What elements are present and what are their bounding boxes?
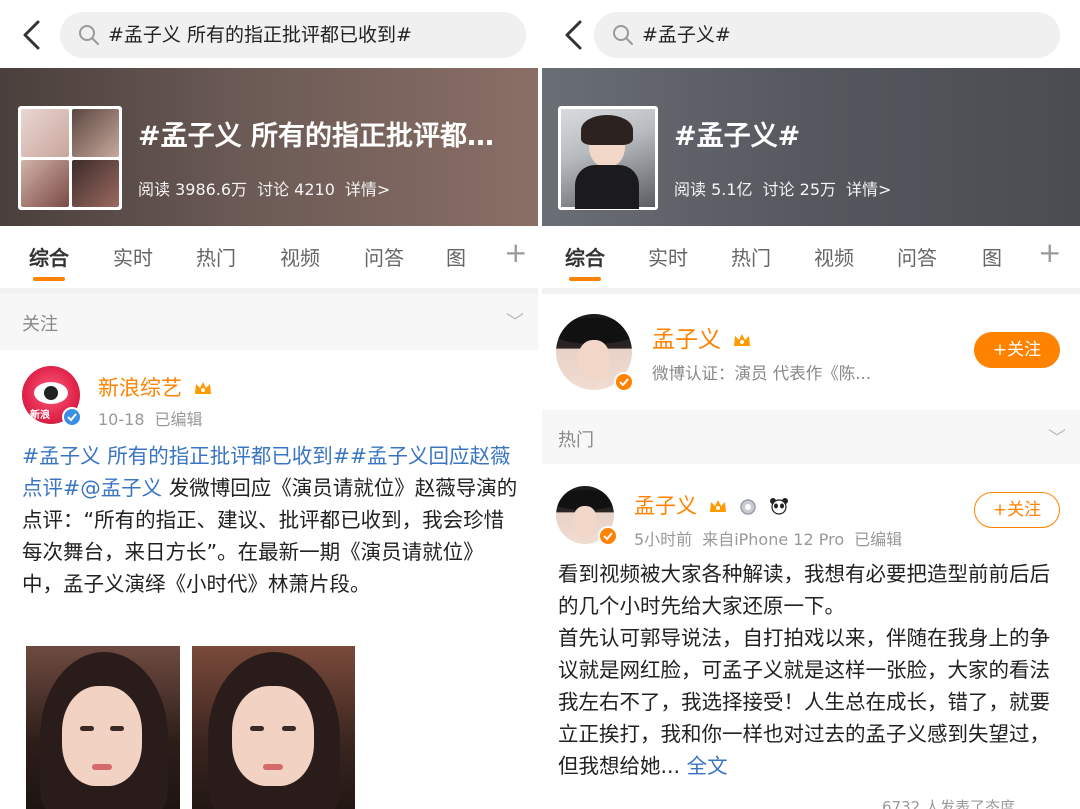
post-text: 看到视频被大家各种解读，我想有必要把造型前前后后的几个小时先给大家还原一下。 首… (558, 558, 1058, 782)
author-name: 孟子义 (634, 494, 697, 518)
post-time: 5小时前 (634, 530, 693, 549)
tab-hot[interactable]: 热门 (731, 242, 771, 271)
back-arrow-icon[interactable] (560, 18, 588, 52)
likes-summary[interactable]: 6732 人发表了态度 (882, 796, 1015, 809)
tab-qa[interactable]: 问答 (897, 242, 937, 271)
topic-stats: 阅读 3986.6万 讨论 4210 详情> (138, 176, 400, 200)
tab-qa[interactable]: 问答 (364, 242, 404, 271)
details-link[interactable]: 详情> (345, 180, 390, 199)
hashtag-link[interactable]: #孟子义 所有的指正批评都已收到# (22, 444, 350, 468)
search-input[interactable]: #孟子义 所有的指正批评都已收到# (60, 12, 526, 58)
search-icon (79, 25, 99, 45)
medal-icon (740, 499, 757, 515)
post-meta: 5小时前 来自iPhone 12 Pro 已编辑 (634, 526, 912, 550)
section-header-follow[interactable]: 关注 ﹀ (0, 294, 538, 350)
tab-images[interactable]: 图 (982, 242, 1002, 271)
right-screen: #孟子义# #孟子义# 阅读 5.1亿 讨论 25万 详情> 综合 实时 热门 视频… (542, 0, 1080, 809)
profile-name-text: 孟子义 (652, 327, 721, 353)
post-image[interactable] (26, 646, 180, 809)
details-link[interactable]: 详情> (846, 180, 891, 199)
tab-video[interactable]: 视频 (814, 242, 854, 271)
chevron-down-icon[interactable]: ﹀ (1048, 424, 1066, 450)
left-screen: #孟子义 所有的指正批评都已收到# #孟子义 所有的指正批评都… 阅读 3986… (0, 0, 538, 809)
post-author[interactable]: 孟子义 (634, 490, 789, 520)
tab-hot[interactable]: 热门 (196, 242, 236, 271)
post-author[interactable]: 新浪综艺 (98, 372, 213, 402)
search-icon (613, 25, 633, 45)
follow-button[interactable]: +关注 (974, 492, 1060, 528)
top-bar: #孟子义# (542, 0, 1080, 68)
tab-comprehensive[interactable]: 综合 (29, 242, 69, 281)
post-date: 10-18 (98, 410, 145, 429)
follow-button[interactable]: +关注 (974, 332, 1060, 368)
topic-banner: #孟子义# 阅读 5.1亿 讨论 25万 详情> (542, 68, 1080, 226)
post-meta: 10-18 已编辑 (98, 406, 213, 430)
chevron-down-icon[interactable]: ﹀ (506, 308, 524, 334)
verified-badge-icon (614, 372, 634, 392)
tab-images[interactable]: 图 (446, 242, 466, 271)
tab-realtime[interactable]: 实时 (113, 242, 153, 271)
topic-thumbnail (558, 106, 658, 210)
avatar-label: 新浪 (30, 410, 50, 421)
discuss-count: 讨论 4210 (257, 180, 335, 199)
search-input[interactable]: #孟子义# (594, 12, 1060, 58)
tab-bar: 综合 实时 热门 视频 问答 图 + (542, 226, 1080, 288)
tab-bar: 综合 实时 热门 视频 问答 图 + (0, 226, 538, 288)
verified-badge-icon (598, 526, 618, 546)
search-text: #孟子义 所有的指正批评都已收到# (108, 24, 412, 46)
vip-crown-icon (709, 500, 726, 512)
tab-video[interactable]: 视频 (280, 242, 320, 271)
post-image[interactable] (192, 646, 355, 809)
tab-realtime[interactable]: 实时 (648, 242, 688, 271)
profile-name[interactable]: 孟子义 (652, 320, 752, 354)
divider (542, 288, 1080, 294)
vip-crown-icon (734, 334, 751, 346)
read-count: 阅读 5.1亿 (674, 180, 753, 199)
read-count: 阅读 3986.6万 (138, 180, 248, 199)
topic-stats: 阅读 5.1亿 讨论 25万 详情> (674, 176, 901, 200)
section-label: 关注 (22, 314, 58, 335)
verified-badge-icon (62, 407, 82, 427)
topic-banner: #孟子义 所有的指正批评都… 阅读 3986.6万 讨论 4210 详情> (0, 68, 538, 226)
post-source: 来自iPhone 12 Pro (702, 530, 845, 549)
discuss-count: 讨论 25万 (762, 180, 836, 199)
mention-link[interactable]: @孟子义 (80, 476, 162, 500)
back-arrow-icon[interactable] (18, 18, 46, 52)
vip-crown-icon (194, 382, 211, 394)
section-header-hot[interactable]: 热门 ﹀ (542, 410, 1080, 464)
tab-comprehensive[interactable]: 综合 (565, 242, 605, 281)
add-tab-icon[interactable]: + (504, 236, 527, 269)
section-label: 热门 (558, 430, 594, 451)
add-tab-icon[interactable]: + (1038, 236, 1061, 269)
profile-verify: 微博认证：演员 代表作《陈... (652, 364, 871, 383)
edited-label: 已编辑 (854, 530, 903, 549)
topic-title: #孟子义# (674, 121, 801, 152)
post-body: 看到视频被大家各种解读，我想有必要把造型前前后后的几个小时先给大家还原一下。 首… (558, 562, 1050, 778)
topic-thumbnail-grid (18, 106, 122, 210)
post-text: #孟子义 所有的指正批评都已收到##孟子义回应赵薇点评#@孟子义 发微博回应《演… (22, 440, 522, 600)
top-bar: #孟子义 所有的指正批评都已收到# (0, 0, 538, 68)
topic-title: #孟子义 所有的指正批评都… (138, 121, 495, 152)
panda-icon (770, 498, 789, 515)
search-text: #孟子义# (642, 24, 731, 46)
author-name: 新浪综艺 (98, 376, 182, 400)
expand-full-text-link[interactable]: 全文 (687, 754, 728, 778)
edited-label: 已编辑 (154, 410, 203, 429)
